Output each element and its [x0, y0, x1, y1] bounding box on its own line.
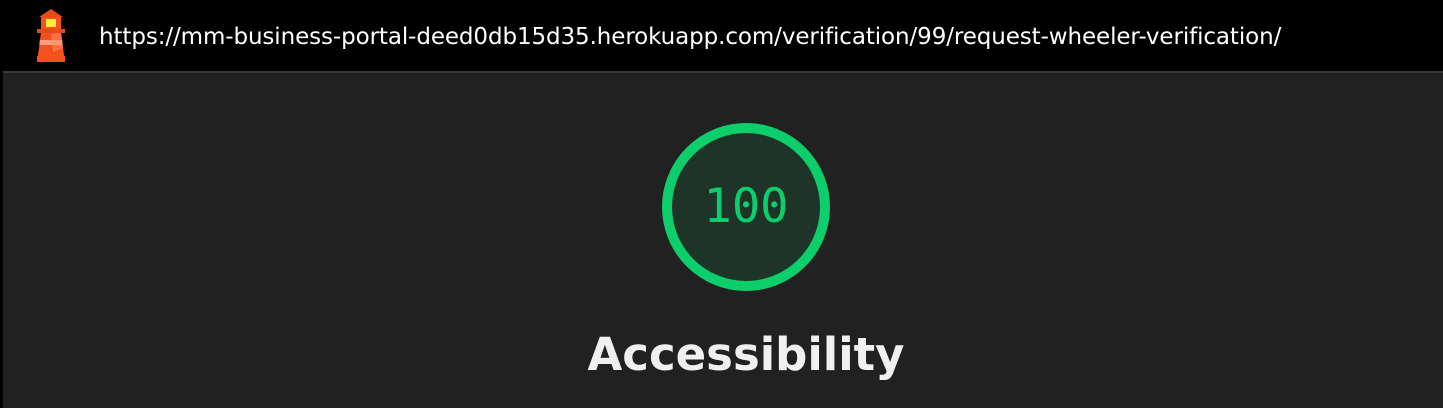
score-value: 100	[703, 179, 789, 234]
score-gauge: 100	[658, 119, 834, 295]
page-url: https://mm-business-portal-deed0db15d35.…	[99, 24, 1282, 50]
category-title: Accessibility	[587, 328, 905, 381]
report-viewport: https://mm-business-portal-deed0db15d35.…	[0, 0, 1443, 408]
lighthouse-icon	[31, 8, 71, 64]
top-bar: https://mm-business-portal-deed0db15d35.…	[3, 0, 1443, 73]
